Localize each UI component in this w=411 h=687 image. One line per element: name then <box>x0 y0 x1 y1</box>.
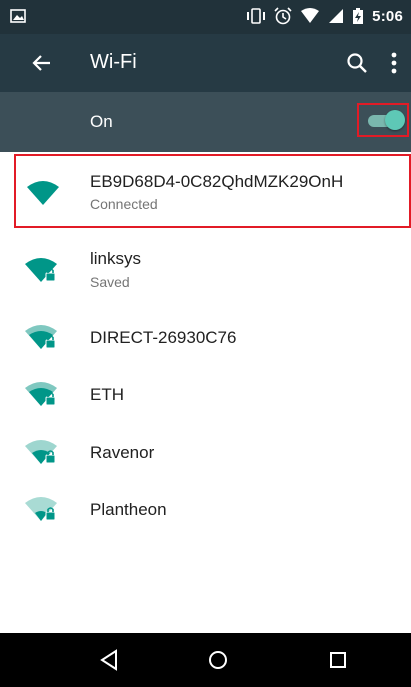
status-bar: 5:06 <box>0 0 411 34</box>
clock-time: 5:06 <box>372 7 403 25</box>
alarm-icon <box>274 7 292 25</box>
network-status: Saved <box>90 274 130 290</box>
network-name: EB9D68D4-0C82QhdMZK29OnH <box>90 172 344 191</box>
search-icon[interactable] <box>346 52 368 74</box>
vibrate-icon <box>247 8 266 24</box>
wifi-toggle-label: On <box>90 112 113 131</box>
network-name: Plantheon <box>90 500 167 519</box>
network-item-plantheon[interactable]: Plantheon <box>0 474 411 546</box>
wifi-toggle-switch[interactable] <box>357 103 409 137</box>
status-icons: 5:06 <box>246 7 403 25</box>
wifi-signal-locked-icon <box>25 258 57 282</box>
back-arrow-icon[interactable] <box>30 51 54 75</box>
network-item-eb9d68d4[interactable]: EB9D68D4-0C82QhdMZK29OnH Connected <box>14 154 411 228</box>
toggle-thumb <box>385 110 405 130</box>
cell-signal-icon <box>329 9 344 23</box>
app-bar: Wi-Fi <box>0 34 411 92</box>
back-triangle-icon[interactable] <box>97 648 121 672</box>
wifi-signal-locked-icon <box>25 382 57 406</box>
wifi-status-icon <box>301 8 320 23</box>
more-options-icon[interactable] <box>388 50 400 76</box>
network-name: linksys <box>90 249 142 268</box>
network-status: Connected <box>90 196 158 212</box>
battery-charging-icon <box>353 8 364 24</box>
recents-square-icon[interactable] <box>326 648 350 672</box>
image-notification-icon <box>10 9 26 23</box>
wifi-signal-locked-icon <box>25 325 57 349</box>
wifi-toggle-bar: On <box>0 92 411 152</box>
navigation-bar <box>0 633 411 687</box>
network-name: ETH <box>90 385 124 404</box>
network-name: DIRECT-26930C76 <box>90 328 237 347</box>
wifi-signal-locked-icon <box>25 497 57 521</box>
page-title: Wi-Fi <box>90 51 137 73</box>
network-item-linksys[interactable]: linksys Saved <box>0 235 411 307</box>
wifi-signal-locked-icon <box>25 440 57 464</box>
home-circle-icon[interactable] <box>206 648 230 672</box>
network-name: Ravenor <box>90 443 155 462</box>
wifi-signal-full-icon <box>27 181 59 205</box>
